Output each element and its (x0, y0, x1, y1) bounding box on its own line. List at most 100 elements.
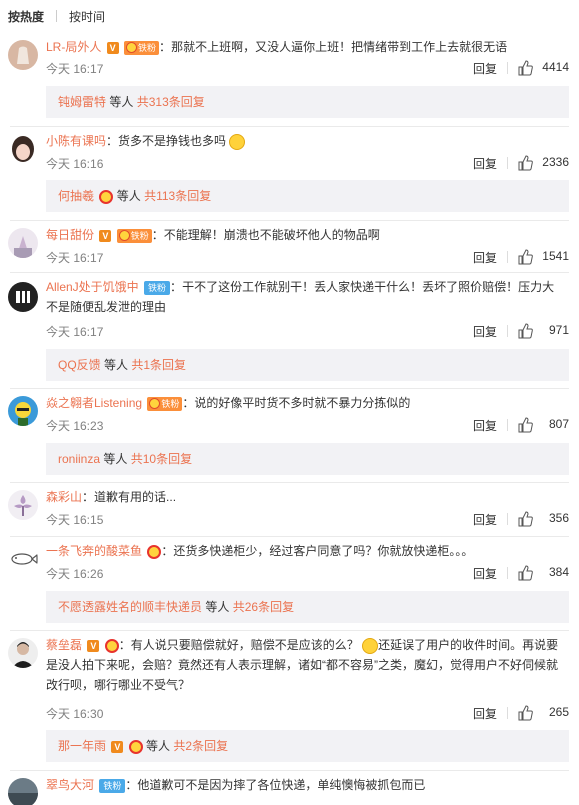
comment-username[interactable]: 一条飞奔的酸菜鱼 (46, 544, 142, 558)
comment-meta: 今天 16:30 回复 265 (46, 705, 569, 721)
comment-meta: 今天 16:16 回复 2336 (46, 155, 569, 171)
sub-reply-wait: 等人 (104, 358, 129, 372)
reply-button[interactable]: 回复 (473, 155, 497, 172)
reply-button[interactable]: 回复 (473, 60, 497, 77)
grin-emoji-icon (362, 637, 379, 654)
comment-item: 焱之翱者Listening 铁粉 ：说的好像平时货不多时就不暴力分拣似的 (46, 396, 411, 411)
comment-item: 蔡垒磊 V ：有人说只要赔偿就好，赔偿不是应该的么？ 还延误了用户的收件时间。再… (46, 637, 559, 692)
sub-reply-count[interactable]: 共313条回复 (137, 95, 205, 109)
like-count: 4414 (542, 60, 569, 74)
sub-reply-count[interactable]: 共10条回复 (131, 452, 192, 466)
sub-reply-summary[interactable]: 钝姆雷特 等人 共313条回复 (46, 86, 569, 118)
thumbs-up-icon (518, 60, 533, 76)
comment-username[interactable]: 小陈有课吗 (46, 134, 106, 148)
divider (10, 630, 569, 631)
comment-time: 今天 16:26 (46, 567, 104, 581)
sub-reply-summary[interactable]: 那一年雨 V 等人 共2条回复 (46, 730, 569, 762)
comment-item: 翠鸟大河 铁粉 ：他道歉可不是因为摔了各位快递，单纯懊悔被抓包而已 (46, 778, 426, 793)
like-separator (507, 513, 508, 525)
comment-time: 今天 16:17 (46, 62, 104, 76)
reply-button[interactable]: 回复 (473, 705, 497, 722)
comment-text: 不能理解！崩溃也不能破坏他人的物品啊 (163, 228, 380, 242)
sub-reply-wait: 等人 (116, 189, 141, 203)
divider (10, 388, 569, 389)
thumbs-up-icon (518, 323, 533, 339)
sub-reply-wait: 等人 (109, 95, 134, 109)
reply-button[interactable]: 回复 (473, 511, 497, 528)
like-separator (507, 707, 508, 719)
grin-emoji-icon (229, 133, 246, 150)
sub-reply-count[interactable]: 共113条回复 (144, 189, 211, 203)
divider (10, 482, 569, 483)
fan-heart-icon (147, 544, 162, 559)
fan-badge-icon: 铁粉 (144, 280, 171, 295)
reply-button[interactable]: 回复 (473, 565, 497, 582)
comment-time: 今天 16:15 (46, 513, 104, 527)
like-button[interactable]: 356 (507, 511, 569, 527)
thumbs-up-icon (518, 511, 533, 527)
divider (10, 770, 569, 771)
comment-text: 道歉有用的话... (94, 490, 177, 504)
sub-reply-user[interactable]: 不愿透露姓名的顺丰快递员 (58, 600, 202, 614)
comment-meta: 今天 16:17 回复 1541 (46, 249, 569, 265)
sub-reply-user[interactable]: 那一年雨 (58, 739, 106, 753)
comment-meta: 今天 16:17 回复 4414 (46, 60, 569, 76)
like-separator (507, 251, 508, 263)
sort-separator (56, 10, 58, 22)
comment-time: 今天 16:30 (46, 707, 104, 721)
divider (10, 220, 569, 221)
sort-by-hot-tab[interactable]: 按热度 (8, 8, 44, 25)
comment-item: 一条飞奔的酸菜鱼 ：还货多快递柜少，经过客户同意了吗？你就放快递柜。。。 (46, 544, 474, 559)
fan-badge-icon: 铁粉 (99, 778, 126, 793)
sub-reply-user[interactable]: 钝姆雷特 (58, 95, 106, 109)
comment-username[interactable]: LR-局外人 (46, 40, 101, 54)
sub-reply-user[interactable]: 何抽羲 (58, 189, 94, 203)
verified-v-icon: V (99, 229, 112, 242)
reply-button[interactable]: 回复 (473, 249, 497, 266)
comment-username[interactable]: 森彩山 (46, 490, 82, 504)
sub-reply-summary[interactable]: 何抽羲 等人 共113条回复 (46, 180, 569, 212)
sub-reply-summary[interactable]: 不愿透露姓名的顺丰快递员 等人 共26条回复 (46, 591, 569, 623)
comment-text: 还货多快递柜少，经过客户同意了吗？你就放快递柜。。。 (173, 544, 474, 558)
like-button[interactable]: 807 (507, 417, 569, 433)
like-button[interactable]: 1541 (507, 249, 569, 265)
sub-reply-count[interactable]: 共1条回复 (131, 358, 186, 372)
divider (10, 536, 569, 537)
comment-username[interactable]: AllenJ处于饥饿中 (46, 280, 139, 294)
sub-reply-count[interactable]: 共2条回复 (173, 739, 228, 753)
comment-username[interactable]: 翠鸟大河 (46, 778, 94, 792)
sub-reply-user[interactable]: QQ反馈 (58, 358, 101, 372)
verified-v-icon: V (87, 639, 100, 652)
comment-time: 今天 16:23 (46, 419, 104, 433)
comment-meta: 今天 16:23 回复 807 (46, 417, 569, 433)
like-separator (507, 157, 508, 169)
like-count: 265 (548, 705, 569, 719)
comment-username[interactable]: 蔡垒磊 (46, 638, 82, 652)
sort-by-time-tab[interactable]: 按时间 (69, 8, 105, 25)
sub-reply-summary[interactable]: roniinza 等人 共10条回复 (46, 443, 569, 475)
comment-text: 那就不上班啊，又没人逼你上班！把情绪带到工作上去就很无语 (171, 40, 508, 54)
sub-reply-wait: 等人 (103, 452, 128, 466)
like-button[interactable]: 4414 (507, 60, 569, 76)
reply-button[interactable]: 回复 (473, 417, 497, 434)
like-button[interactable]: 971 (507, 323, 569, 339)
like-button[interactable]: 384 (507, 565, 569, 581)
like-separator (507, 62, 508, 74)
like-button[interactable]: 265 (507, 705, 569, 721)
comment-username[interactable]: 每日甜份 (46, 228, 94, 242)
fan-badge-icon: 铁粉 (147, 396, 183, 411)
like-count: 807 (548, 417, 569, 431)
thumbs-up-icon (518, 565, 533, 581)
sort-bar: 按热度 按时间 (0, 0, 579, 32)
sub-reply-count[interactable]: 共26条回复 (233, 600, 294, 614)
sub-reply-summary[interactable]: QQ反馈 等人 共1条回复 (46, 349, 569, 381)
sub-reply-user[interactable]: roniinza (58, 452, 100, 466)
comment-text: 他道歉可不是因为摔了各位快递，单纯懊悔被抓包而已 (137, 778, 426, 792)
like-separator (507, 325, 508, 337)
like-button[interactable]: 2336 (507, 155, 569, 171)
reply-button[interactable]: 回复 (473, 323, 497, 340)
comment-item: 小陈有课吗：货多不是挣钱也多吗 (0, 131, 579, 151)
comment-username[interactable]: 焱之翱者Listening (46, 396, 142, 410)
comment-item: AllenJ处于饥饿中 铁粉 ：干不了这份工作就别干！丢人家快递干什么！丢坏了照价… (46, 280, 555, 314)
comment-meta: 今天 16:15 回复 356 (46, 511, 569, 527)
